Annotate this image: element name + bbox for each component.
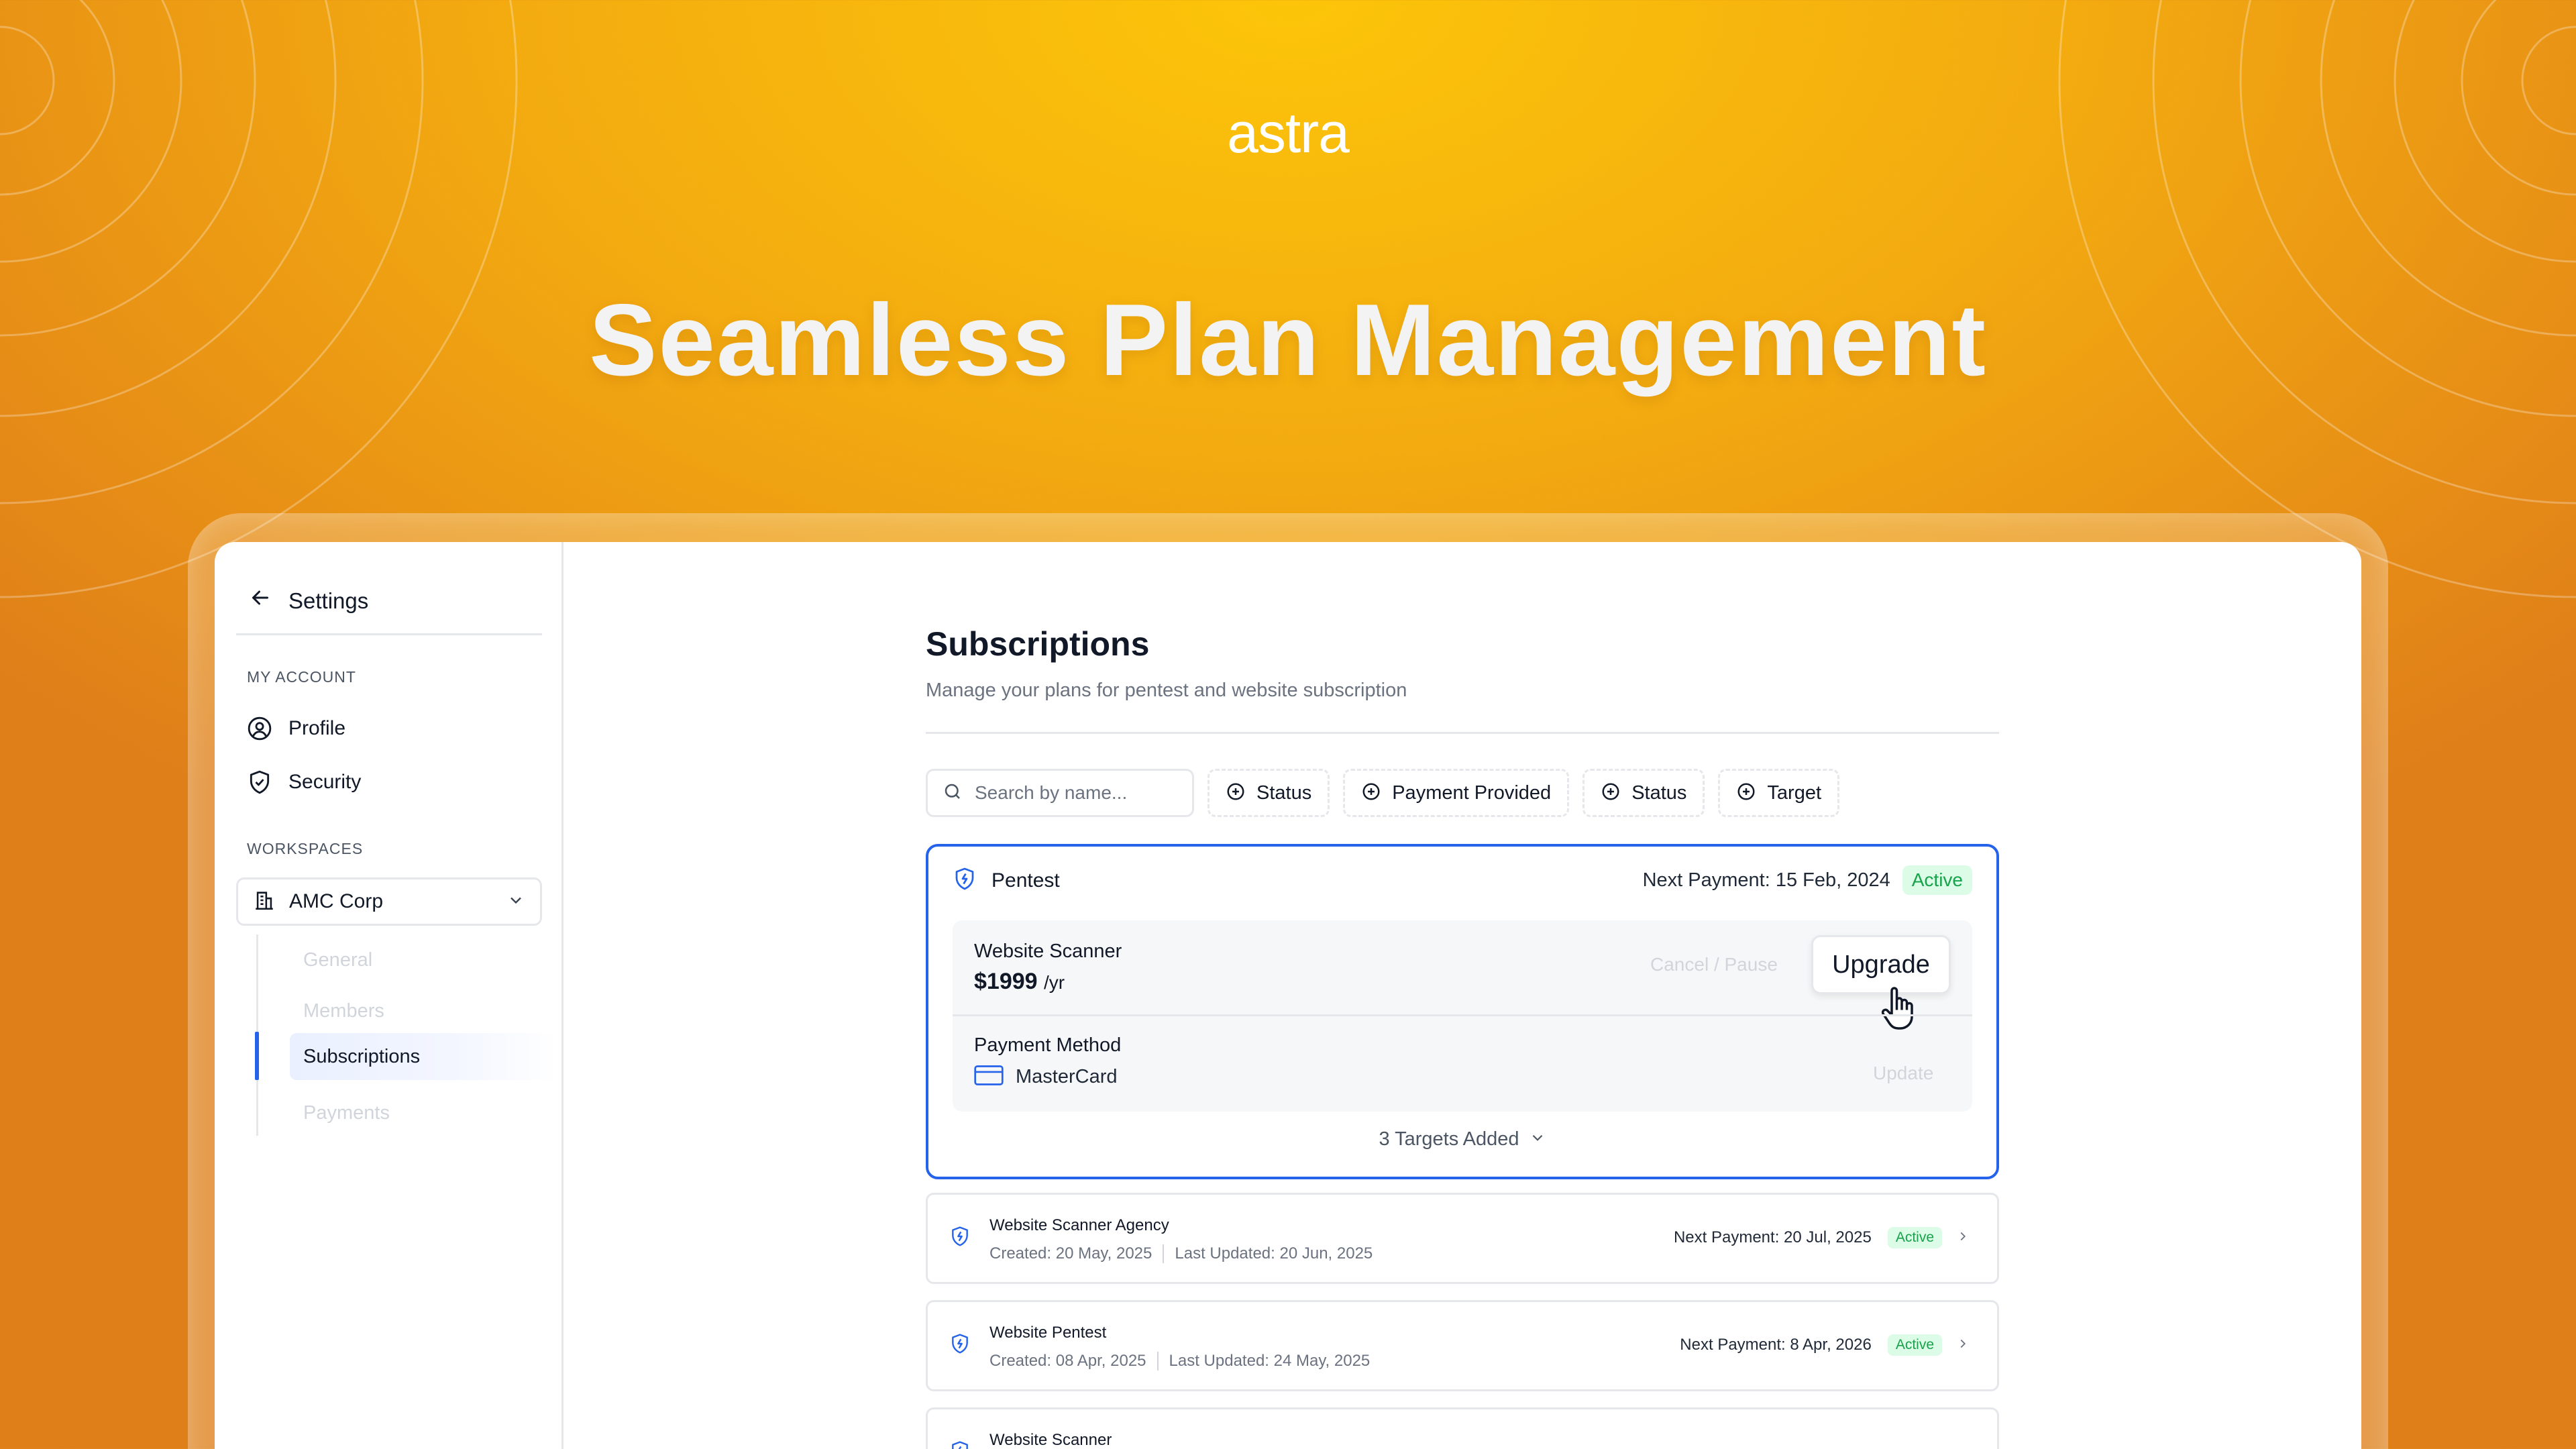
hand-pointer-icon	[1878, 985, 1919, 1032]
chevron-down-icon	[1529, 1129, 1546, 1150]
subscription-name: Pentest	[991, 869, 1060, 892]
subscription-row[interactable]: Website Scanner	[926, 1407, 1999, 1449]
targets-toggle[interactable]: 3 Targets Added	[928, 1128, 1996, 1150]
next-payment: Next Payment: 8 Apr, 2026	[1680, 1336, 1872, 1354]
workspace-select-value: AMC Corp	[289, 890, 384, 912]
targets-label: 3 Targets Added	[1379, 1128, 1519, 1150]
hero-title: Seamless Plan Management	[0, 282, 2576, 399]
created-date: Created: 08 Apr, 2025	[989, 1352, 1146, 1370]
search-input[interactable]: Search by name...	[926, 769, 1194, 817]
plus-circle-icon	[1601, 782, 1621, 805]
chevron-down-icon	[506, 891, 525, 913]
meta-separator	[1157, 1352, 1159, 1371]
filter-status-2[interactable]: Status	[1582, 769, 1705, 817]
search-placeholder: Search by name...	[975, 782, 1128, 803]
updated-date: Last Updated: 24 May, 2025	[1169, 1352, 1371, 1370]
filter-label: Status	[1631, 782, 1687, 804]
subscription-row[interactable]: Website Pentest Created: 08 Apr, 2025 La…	[926, 1300, 1999, 1391]
plus-circle-icon	[1736, 782, 1756, 805]
filter-payment-provided[interactable]: Payment Provided	[1343, 769, 1570, 817]
cancel-pause-button[interactable]: Cancel / Pause	[1650, 954, 1778, 975]
filter-label: Payment Provided	[1392, 782, 1552, 804]
payment-method: MasterCard	[974, 1064, 1118, 1090]
user-circle-icon	[247, 716, 288, 741]
settings-header[interactable]: Settings	[248, 574, 368, 628]
header-divider	[926, 732, 1999, 734]
price-value: $1999	[974, 969, 1038, 994]
status-badge: Active	[1887, 1227, 1942, 1248]
workspace-select[interactable]: AMC Corp	[236, 877, 542, 926]
status-badge: Active	[1902, 865, 1972, 895]
sidebar-divider	[236, 633, 542, 635]
plan-details: Website Scanner $1999 /yr Cancel / Pause…	[953, 920, 1972, 1112]
filter-label: Target	[1767, 782, 1822, 804]
subscription-status: Next Payment: 15 Feb, 2024 Active	[1643, 865, 1972, 895]
logo-text: astra	[1227, 101, 1350, 164]
subscription-status: Next Payment: 20 Jul, 2025 Active	[1674, 1227, 1970, 1248]
sidebar-item-profile[interactable]: Profile	[247, 708, 345, 749]
main-content: Subscriptions Manage your plans for pent…	[564, 542, 2361, 1449]
shield-bolt-icon	[953, 867, 977, 894]
credit-card-icon	[974, 1064, 1004, 1090]
status-badge: Active	[1887, 1334, 1942, 1356]
meta-separator	[1163, 1244, 1165, 1263]
updated-date: Last Updated: 20 Jun, 2025	[1175, 1244, 1373, 1263]
next-payment: Next Payment: 20 Jul, 2025	[1673, 1228, 1872, 1246]
sidebar-item-subscriptions[interactable]: Subscriptions	[290, 1033, 558, 1080]
chevron-right-icon[interactable]	[1955, 1229, 1970, 1247]
created-date: Created: 20 May, 2025	[989, 1244, 1152, 1263]
payment-method-label: Payment Method	[974, 1034, 1122, 1056]
sidebar-item-general[interactable]: General	[290, 936, 558, 983]
sidebar-item-payments[interactable]: Payments	[290, 1089, 558, 1136]
sidebar-item-members[interactable]: Members	[290, 987, 558, 1034]
section-workspaces: WORKSPACES	[247, 840, 364, 857]
plan-name: Website Scanner	[974, 941, 1122, 962]
filter-toolbar: Search by name... Status Payment Provide…	[926, 769, 1840, 817]
sidebar: Settings MY ACCOUNT Profile Security WOR…	[215, 542, 564, 1449]
subscription-name: Website Scanner	[989, 1431, 1112, 1449]
plan-divider	[953, 1014, 1972, 1016]
subscription-name: Website Pentest	[989, 1324, 1107, 1342]
shield-check-icon	[247, 769, 288, 795]
shield-bolt-icon	[949, 1333, 971, 1358]
sidebar-item-security[interactable]: Security	[247, 762, 361, 802]
page-subtitle: Manage your plans for pentest and websit…	[926, 680, 1407, 701]
filter-target[interactable]: Target	[1718, 769, 1840, 817]
section-my-account: MY ACCOUNT	[247, 668, 356, 686]
subscription-meta: Created: 20 May, 2025 Last Updated: 20 J…	[989, 1244, 1373, 1263]
page-title: Subscriptions	[926, 625, 1150, 663]
search-icon	[943, 782, 963, 805]
plan-price: $1999 /yr	[974, 969, 1065, 995]
subscription-meta: Created: 08 Apr, 2025 Last Updated: 24 M…	[989, 1352, 1370, 1371]
subscription-name: Website Scanner Agency	[989, 1216, 1169, 1234]
shield-bolt-icon	[949, 1226, 971, 1250]
update-payment-button[interactable]: Update	[1873, 1063, 1933, 1084]
chevron-right-icon[interactable]	[1955, 1336, 1970, 1354]
hero-title-text: Seamless Plan Management	[589, 283, 1987, 397]
subscription-status: Next Payment: 8 Apr, 2026 Active	[1680, 1334, 1970, 1356]
subscription-header: Pentest	[953, 867, 1060, 894]
next-payment: Next Payment: 15 Feb, 2024	[1642, 869, 1890, 891]
subscription-card-expanded[interactable]: Pentest Next Payment: 15 Feb, 2024 Activ…	[926, 844, 1999, 1179]
plus-circle-icon	[1226, 782, 1246, 805]
payment-method-value: MasterCard	[1016, 1066, 1118, 1087]
settings-title: Settings	[288, 588, 369, 613]
settings-window: Settings MY ACCOUNT Profile Security WOR…	[215, 542, 2361, 1449]
filter-label: Status	[1256, 782, 1312, 804]
sidebar-item-label: Profile	[288, 717, 346, 739]
sidebar-item-label: Security	[288, 771, 362, 793]
arrow-left-icon[interactable]	[248, 586, 288, 616]
building-icon	[253, 889, 276, 915]
active-indicator	[255, 1032, 259, 1080]
filter-status[interactable]: Status	[1208, 769, 1330, 817]
subscription-row[interactable]: Website Scanner Agency Created: 20 May, …	[926, 1193, 1999, 1284]
price-period: /yr	[1044, 972, 1065, 993]
astra-logo: astra	[0, 101, 2576, 166]
plus-circle-icon	[1361, 782, 1381, 805]
shield-bolt-icon	[949, 1440, 971, 1449]
